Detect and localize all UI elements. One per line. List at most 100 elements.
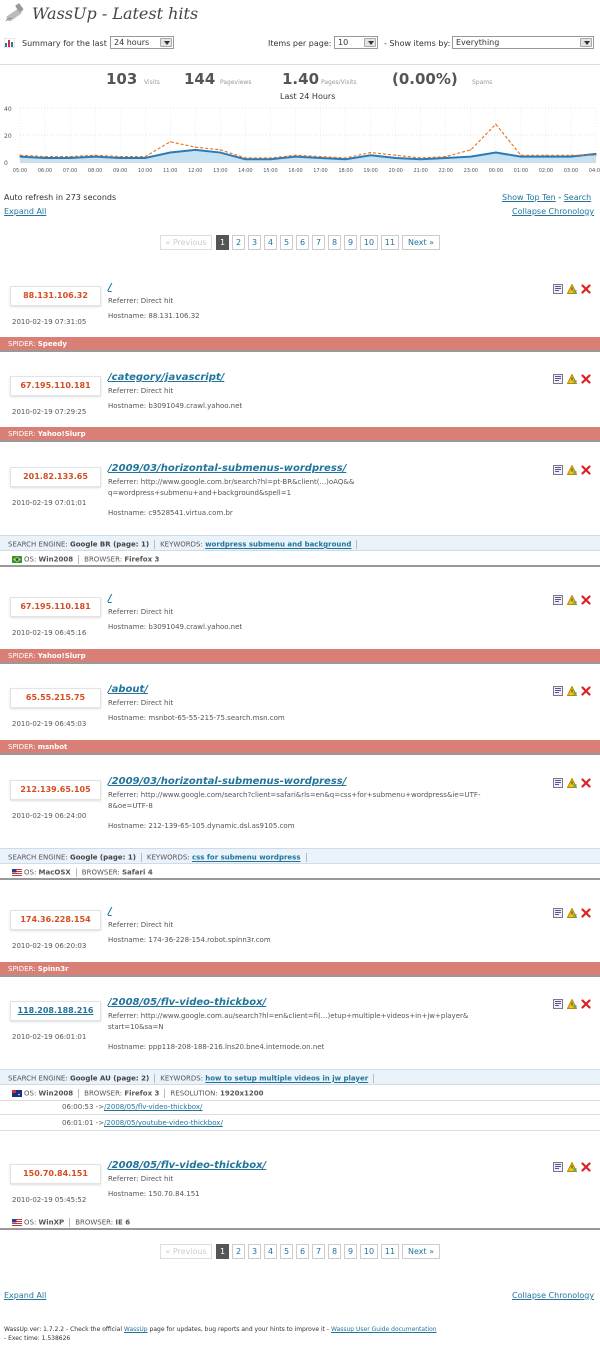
hit-url-link[interactable]: / <box>108 593 112 604</box>
referrer-link[interactable]: http://www.google.com.au/search?hl=en&cl… <box>141 1012 469 1020</box>
mark-spam-icon[interactable] <box>567 284 577 294</box>
hit-url-link[interactable]: /2008/05/flv-video-thickbox/ <box>108 1160 266 1171</box>
show-items-select[interactable]: Everything <box>452 36 594 49</box>
mark-spam-icon[interactable] <box>567 595 577 605</box>
pager-top-prev-button[interactable]: « Previous <box>160 235 212 250</box>
hit-url-link[interactable]: / <box>108 906 112 917</box>
pager-bottom-page-9[interactable]: 9 <box>344 1244 357 1259</box>
series-line-1 <box>19 123 596 159</box>
delete-icon[interactable] <box>581 374 591 384</box>
pager-bottom-next-button[interactable]: Next » <box>402 1244 440 1259</box>
referrer-link: Direct hit <box>140 608 174 616</box>
pager-top-page-10[interactable]: 10 <box>360 235 378 250</box>
ip-address[interactable]: 212.139.65.105 <box>10 780 101 800</box>
ip-address[interactable]: 201.82.133.65 <box>10 467 101 487</box>
mark-spam-icon[interactable] <box>567 999 577 1009</box>
mark-spam-icon[interactable] <box>567 374 577 384</box>
pager-bottom-prev-button[interactable]: « Previous <box>160 1244 212 1259</box>
referrer-link-cont[interactable]: 8&oe=UTF-8 <box>108 802 153 810</box>
pager-bottom-page-6[interactable]: 6 <box>296 1244 309 1259</box>
pager-bottom-page-2[interactable]: 2 <box>232 1244 245 1259</box>
mark-spam-icon[interactable] <box>567 908 577 918</box>
referrer-link[interactable]: http://www.google.com.br/search?hl=pt-BR… <box>141 478 355 486</box>
ip-address[interactable]: 88.131.106.32 <box>10 286 101 306</box>
ip-address[interactable]: 65.55.215.75 <box>10 688 101 708</box>
pager-bottom-page-10[interactable]: 10 <box>360 1244 378 1259</box>
delete-icon[interactable] <box>581 465 591 475</box>
x-tick-label: 22:00 <box>439 168 453 174</box>
referrer-link-cont[interactable]: q=wordpress+submenu+and+background&spell… <box>108 489 291 497</box>
mark-spam-icon[interactable] <box>567 778 577 788</box>
pager-top-page-2[interactable]: 2 <box>232 235 245 250</box>
pager-top-page-1[interactable]: 1 <box>216 235 229 250</box>
browser-value: Safari 4 <box>122 868 153 877</box>
delete-icon[interactable] <box>581 908 591 918</box>
pager-bottom-page-5[interactable]: 5 <box>280 1244 293 1259</box>
pager-bottom-page-4[interactable]: 4 <box>264 1244 277 1259</box>
hit-url-link[interactable]: /2009/03/horizontal-submenus-wordpress/ <box>108 463 346 474</box>
pager-bottom-page-7[interactable]: 7 <box>312 1244 325 1259</box>
ip-address[interactable]: 118.208.188.216 <box>10 1001 101 1021</box>
ip-lookup-icon[interactable] <box>553 908 563 918</box>
hit-url-link[interactable]: /category/javascript/ <box>108 372 224 383</box>
pager-top-page-9[interactable]: 9 <box>344 235 357 250</box>
expand-all-link[interactable]: Expand All <box>4 207 46 216</box>
ip-address[interactable]: 67.195.110.181 <box>10 376 101 396</box>
mark-spam-icon[interactable] <box>567 686 577 696</box>
mark-spam-icon[interactable] <box>567 465 577 475</box>
pager-top-page-8[interactable]: 8 <box>328 235 341 250</box>
pager-top-next-button[interactable]: Next » <box>402 235 440 250</box>
pager-top-page-6[interactable]: 6 <box>296 235 309 250</box>
ip-lookup-icon[interactable] <box>553 778 563 788</box>
pager-top-page-3[interactable]: 3 <box>248 235 261 250</box>
keywords-link[interactable]: css for submenu wordpress <box>192 854 301 862</box>
hit-url-link[interactable]: /about/ <box>108 684 148 695</box>
pager-top-page-4[interactable]: 4 <box>264 235 277 250</box>
wassup-link[interactable]: WassUp <box>124 1326 148 1333</box>
pager-top-page-5[interactable]: 5 <box>280 235 293 250</box>
chronology-url-link[interactable]: /2008/05/youtube-video-thickbox/ <box>104 1119 223 1127</box>
ip-lookup-icon[interactable] <box>553 686 563 696</box>
show-top-ten-link[interactable]: Show Top Ten <box>502 193 556 202</box>
pager-bottom-page-8[interactable]: 8 <box>328 1244 341 1259</box>
expand-all-link-bottom[interactable]: Expand All <box>4 1291 46 1300</box>
summary-period-select[interactable]: 24 hours <box>110 36 174 49</box>
hit-url-link[interactable]: / <box>108 282 112 293</box>
ip-lookup-icon[interactable] <box>553 465 563 475</box>
ip-address[interactable]: 174.36.228.154 <box>10 910 101 930</box>
collapse-chronology-link-bottom[interactable]: Collapse Chronology <box>512 1291 594 1300</box>
ip-lookup-icon[interactable] <box>553 1162 563 1172</box>
keywords-link[interactable]: wordpress submenu and background <box>205 541 351 549</box>
delete-icon[interactable] <box>581 686 591 696</box>
user-guide-link[interactable]: Wassup User Guide documentation <box>331 1326 437 1333</box>
delete-icon[interactable] <box>581 595 591 605</box>
referrer-link[interactable]: http://www.google.com/search?client=safa… <box>141 791 481 799</box>
search-link[interactable]: Search <box>564 193 591 202</box>
hit-url-link[interactable]: /2008/05/flv-video-thickbox/ <box>108 997 266 1008</box>
keywords-link[interactable]: how to setup multiple videos in jw playe… <box>205 1075 368 1083</box>
hit-url-link[interactable]: /2009/03/horizontal-submenus-wordpress/ <box>108 776 346 787</box>
delete-icon[interactable] <box>581 999 591 1009</box>
items-per-page-select[interactable]: 10 <box>334 36 378 49</box>
chronology-url-link[interactable]: /2008/05/flv-video-thickbox/ <box>104 1103 202 1111</box>
pager-top-page-11[interactable]: 11 <box>381 235 399 250</box>
search-engine-value: Google (page: 1) <box>69 853 136 862</box>
pager-top-page-7[interactable]: 7 <box>312 235 325 250</box>
ip-lookup-icon[interactable] <box>553 284 563 294</box>
referrer-link-cont[interactable]: start=10&sa=N <box>108 1023 164 1031</box>
ip-address[interactable]: 150.70.84.151 <box>10 1164 101 1184</box>
ip-lookup-icon[interactable] <box>553 999 563 1009</box>
pager-bottom-page-1[interactable]: 1 <box>216 1244 229 1259</box>
delete-icon[interactable] <box>581 284 591 294</box>
ip-address[interactable]: 67.195.110.181 <box>10 597 101 617</box>
ip-lookup-icon[interactable] <box>553 595 563 605</box>
collapse-chronology-link[interactable]: Collapse Chronology <box>512 207 594 216</box>
pager-bottom-page-11[interactable]: 11 <box>381 1244 399 1259</box>
pager-bottom-page-3[interactable]: 3 <box>248 1244 261 1259</box>
delete-icon[interactable] <box>581 1162 591 1172</box>
ip-lookup-icon[interactable] <box>553 374 563 384</box>
data-point-1 <box>395 154 397 156</box>
referrer-line: Referrer: Direct hit <box>108 386 528 397</box>
delete-icon[interactable] <box>581 778 591 788</box>
mark-spam-icon[interactable] <box>567 1162 577 1172</box>
